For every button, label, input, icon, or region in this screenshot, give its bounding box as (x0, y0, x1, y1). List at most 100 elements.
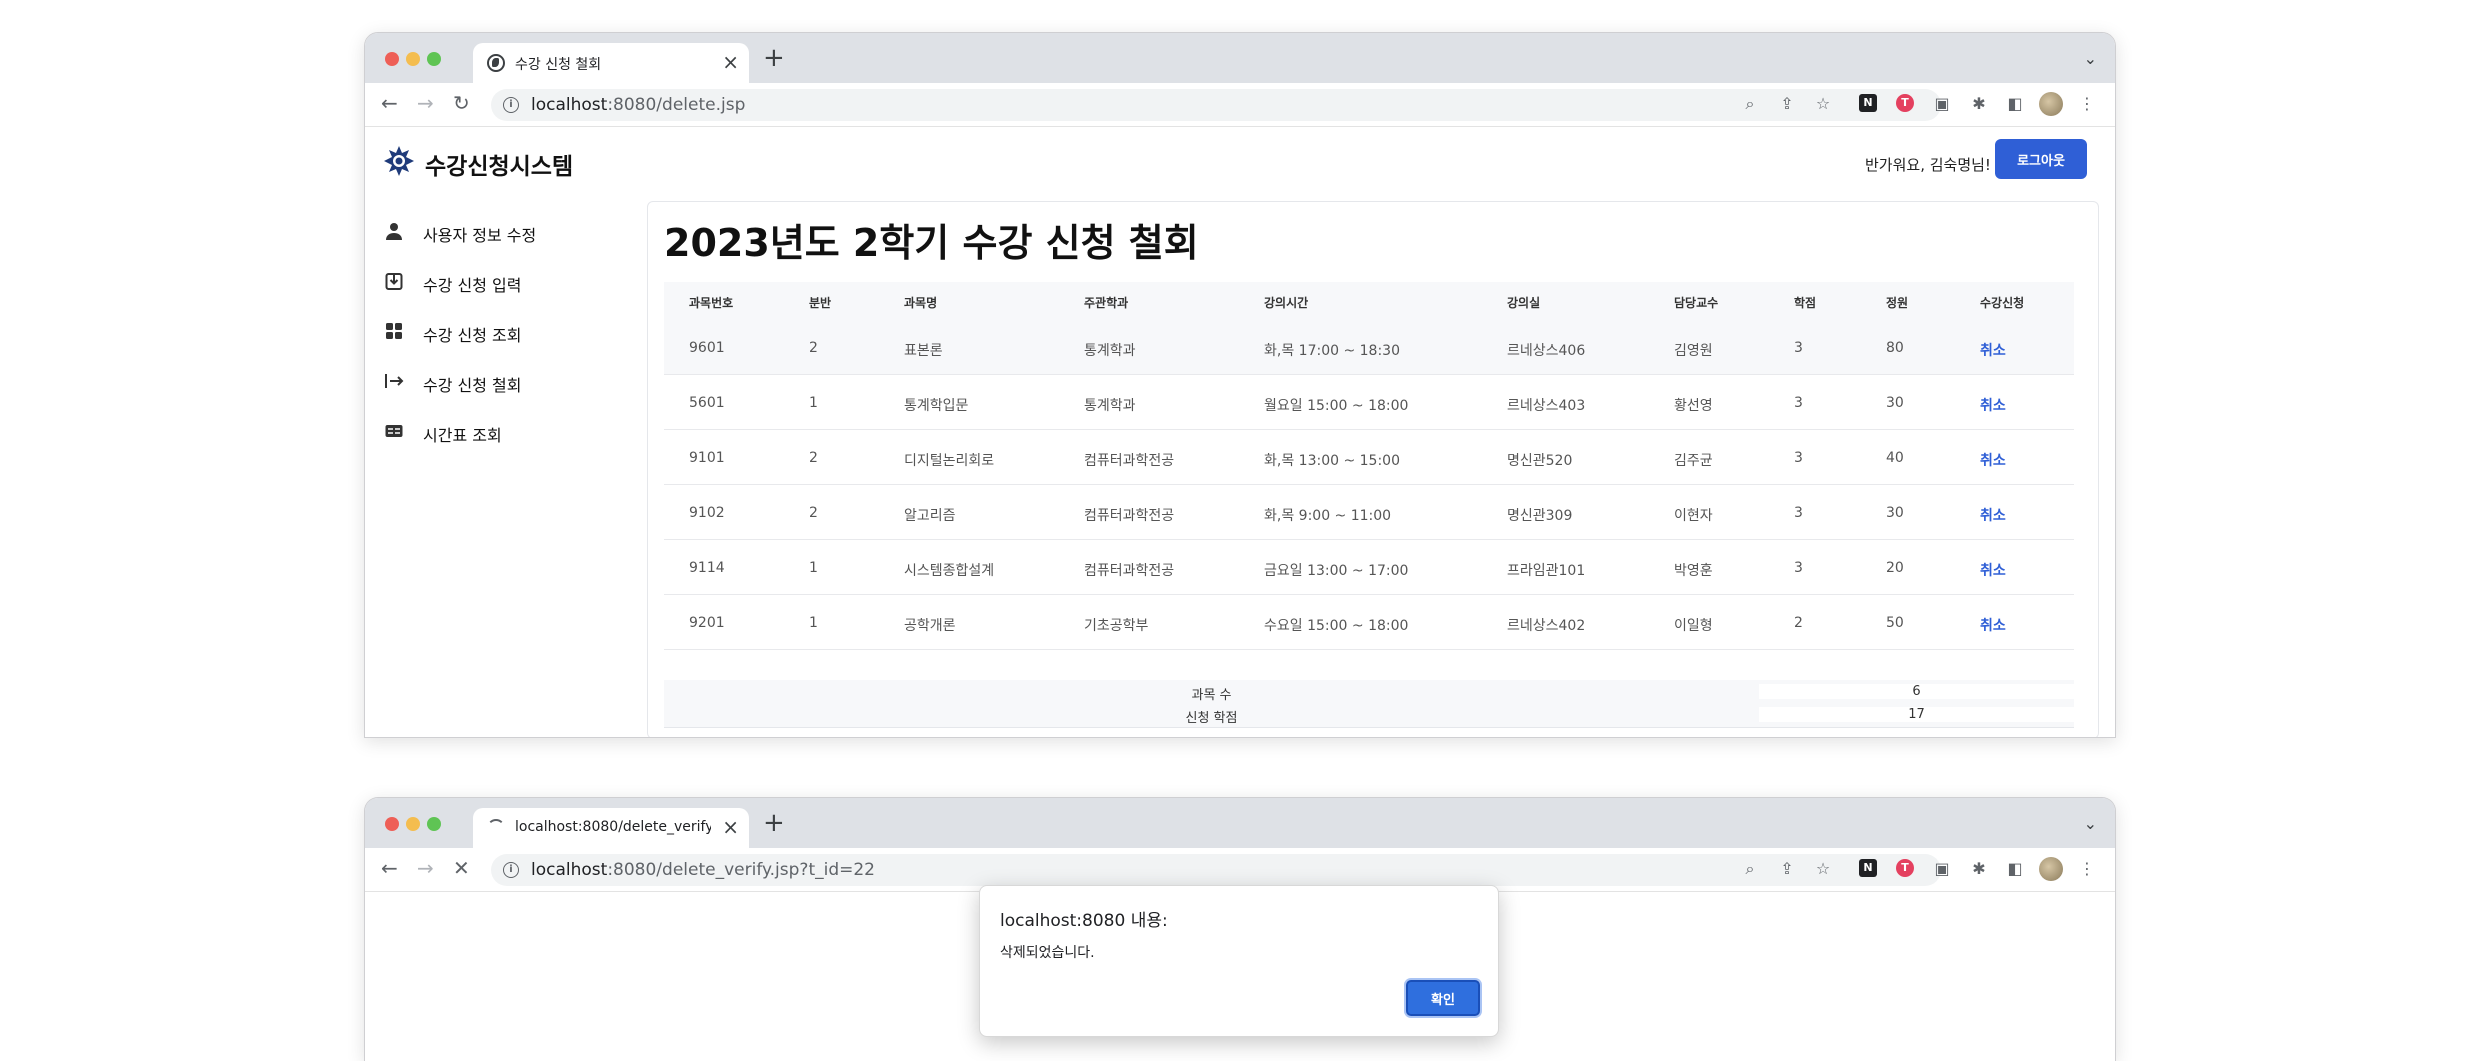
back-arrow-icon[interactable]: ← (381, 91, 398, 115)
zoom-icon[interactable]: ⌕ (1740, 94, 1760, 114)
table-cell: 화,목 13:00 ~ 15:00 (1264, 453, 1400, 469)
table-row: 9601 2 표본론 통계학과 화,목 17:00 ~ 18:30 르네상스406 김영원 3… (664, 320, 2074, 375)
stop-loading-icon[interactable]: ✕ (453, 856, 470, 880)
table-cell: 김주균 (1674, 453, 1713, 469)
tab-active[interactable]: 수강 신청 철회 × (473, 43, 749, 83)
minimize-window-button[interactable] (406, 52, 420, 66)
table-cell: 9101 (689, 450, 725, 466)
profile-avatar[interactable] (2039, 857, 2063, 881)
address-bar[interactable]: i localhost:8080/delete.jsp (491, 89, 1941, 121)
info-icon[interactable]: i (503, 862, 519, 878)
close-window-button[interactable] (385, 817, 399, 831)
close-window-button[interactable] (385, 52, 399, 66)
page-content: 수강신청시스템 반가워요, 김숙명님! 로그아웃 사용자 정보 수정 수강 신청… (365, 127, 2115, 737)
back-arrow-icon[interactable]: ← (381, 856, 398, 880)
table-cell: 2 (809, 450, 818, 466)
zoom-icon[interactable]: ⌕ (1740, 859, 1760, 879)
table-cell: 컴퓨터과학전공 (1084, 508, 1175, 524)
notion-extension-icon[interactable]: N (1859, 94, 1877, 112)
table-cell: 통계학과 (1084, 398, 1136, 414)
table-cell: 명신관520 (1507, 453, 1573, 469)
brand-title[interactable]: 수강신청시스템 (425, 147, 573, 181)
logout-button[interactable]: 로그아웃 (1995, 139, 2087, 179)
sidebar-item-edit-profile[interactable]: 사용자 정보 수정 (383, 207, 623, 257)
alert-dialog: localhost:8080 내용: 삭제되었습니다. 확인 (979, 885, 1499, 1037)
exit-arrow-icon (383, 371, 405, 393)
table-cell: 수요일 15:00 ~ 18:00 (1264, 618, 1409, 634)
new-tab-icon[interactable]: + (763, 45, 785, 71)
bookmark-star-icon[interactable]: ☆ (1813, 94, 1833, 114)
minimize-window-button[interactable] (406, 817, 420, 831)
sidebar-item-timetable[interactable]: 시간표 조회 (383, 407, 623, 457)
share-icon[interactable]: ⇪ (1777, 859, 1797, 879)
tab-close-icon[interactable]: × (722, 815, 739, 839)
table-row: 9201 1 공학개론 기초공학부 수요일 15:00 ~ 18:00 르네상스402 이일… (664, 595, 2074, 650)
kebab-menu-icon[interactable]: ⋮ (2077, 859, 2097, 879)
table-cell: 화,목 9:00 ~ 11:00 (1264, 508, 1392, 524)
table-cell: 이현자 (1674, 508, 1713, 524)
reload-icon[interactable]: ↻ (453, 91, 470, 115)
globe-icon (487, 54, 505, 72)
side-panel-icon[interactable]: ◧ (2005, 94, 2025, 114)
course-count-label: 과목 수 (1191, 688, 1232, 703)
red-extension-icon[interactable]: T (1896, 859, 1914, 877)
sidebar-item-withdraw[interactable]: 수강 신청 철회 (383, 357, 623, 407)
media-extension-icon[interactable]: ▣ (1932, 859, 1952, 879)
download-icon (383, 271, 405, 293)
column-header: 강의실 (1507, 296, 1541, 310)
table-cell: 김영원 (1674, 343, 1713, 359)
main-card: 2023년도 2학기 수강 신청 철회 과목번호 분반 과목명 주관학과 강의시… (647, 201, 2099, 737)
column-header: 과목명 (904, 296, 938, 310)
notion-extension-icon[interactable]: N (1859, 859, 1877, 877)
tab-active[interactable]: localhost:8080/delete_verify.js × (473, 808, 749, 848)
forward-arrow-icon[interactable]: → (417, 91, 434, 115)
url-text: localhost:8080/delete_verify.jsp?t_id=22 (531, 860, 875, 880)
cancel-link[interactable]: 취소 (1980, 340, 2006, 360)
table-cell: 컴퓨터과학전공 (1084, 563, 1175, 579)
course-count-value: 6 (1759, 684, 2074, 699)
sidebar-item-label: 시간표 조회 (423, 426, 502, 445)
table-cell: 2 (809, 340, 818, 356)
tab-close-icon[interactable]: × (722, 50, 739, 74)
address-bar[interactable]: i localhost:8080/delete_verify.jsp?t_id=… (491, 854, 1941, 886)
cancel-link[interactable]: 취소 (1980, 505, 2006, 525)
cancel-link[interactable]: 취소 (1980, 560, 2006, 580)
table-cell: 80 (1886, 340, 1904, 356)
table-icon (383, 421, 405, 443)
table-cell: 금요일 13:00 ~ 17:00 (1264, 563, 1409, 579)
info-icon[interactable]: i (503, 97, 519, 113)
new-tab-icon[interactable]: + (763, 810, 785, 836)
media-extension-icon[interactable]: ▣ (1932, 94, 1952, 114)
table-cell: 황선영 (1674, 398, 1713, 414)
side-panel-icon[interactable]: ◧ (2005, 859, 2025, 879)
cancel-link[interactable]: 취소 (1980, 395, 2006, 415)
chevron-down-icon[interactable]: ⌄ (2084, 49, 2097, 68)
profile-avatar[interactable] (2039, 92, 2063, 116)
chevron-down-icon[interactable]: ⌄ (2084, 814, 2097, 833)
table-cell: 알고리즘 (904, 508, 956, 524)
forward-arrow-icon[interactable]: → (417, 856, 434, 880)
cancel-link[interactable]: 취소 (1980, 450, 2006, 470)
column-header: 담당교수 (1674, 296, 1719, 310)
column-header: 주관학과 (1084, 296, 1129, 310)
table-cell: 3 (1794, 340, 1803, 356)
bookmark-star-icon[interactable]: ☆ (1813, 859, 1833, 879)
sidebar-item-view[interactable]: 수강 신청 조회 (383, 307, 623, 357)
share-icon[interactable]: ⇪ (1777, 94, 1797, 114)
extensions-puzzle-icon[interactable]: ✱ (1969, 859, 1989, 879)
extensions-puzzle-icon[interactable]: ✱ (1969, 94, 1989, 114)
kebab-menu-icon[interactable]: ⋮ (2077, 94, 2097, 114)
column-header: 강의시간 (1264, 296, 1309, 310)
cancel-link[interactable]: 취소 (1980, 615, 2006, 635)
browser-toolbar: ← → ↻ i localhost:8080/delete.jsp ⌕ ⇪ ☆ … (365, 83, 2115, 127)
maximize-window-button[interactable] (427, 52, 441, 66)
table-cell: 9102 (689, 505, 725, 521)
maximize-window-button[interactable] (427, 817, 441, 831)
red-extension-icon[interactable]: T (1896, 94, 1914, 112)
confirm-button[interactable]: 확인 (1406, 980, 1480, 1016)
table-cell: 20 (1886, 560, 1904, 576)
table-cell: 공학개론 (904, 618, 956, 634)
table-cell: 1 (809, 560, 818, 576)
column-header: 정원 (1886, 296, 1909, 310)
sidebar-item-register[interactable]: 수강 신청 입력 (383, 257, 623, 307)
